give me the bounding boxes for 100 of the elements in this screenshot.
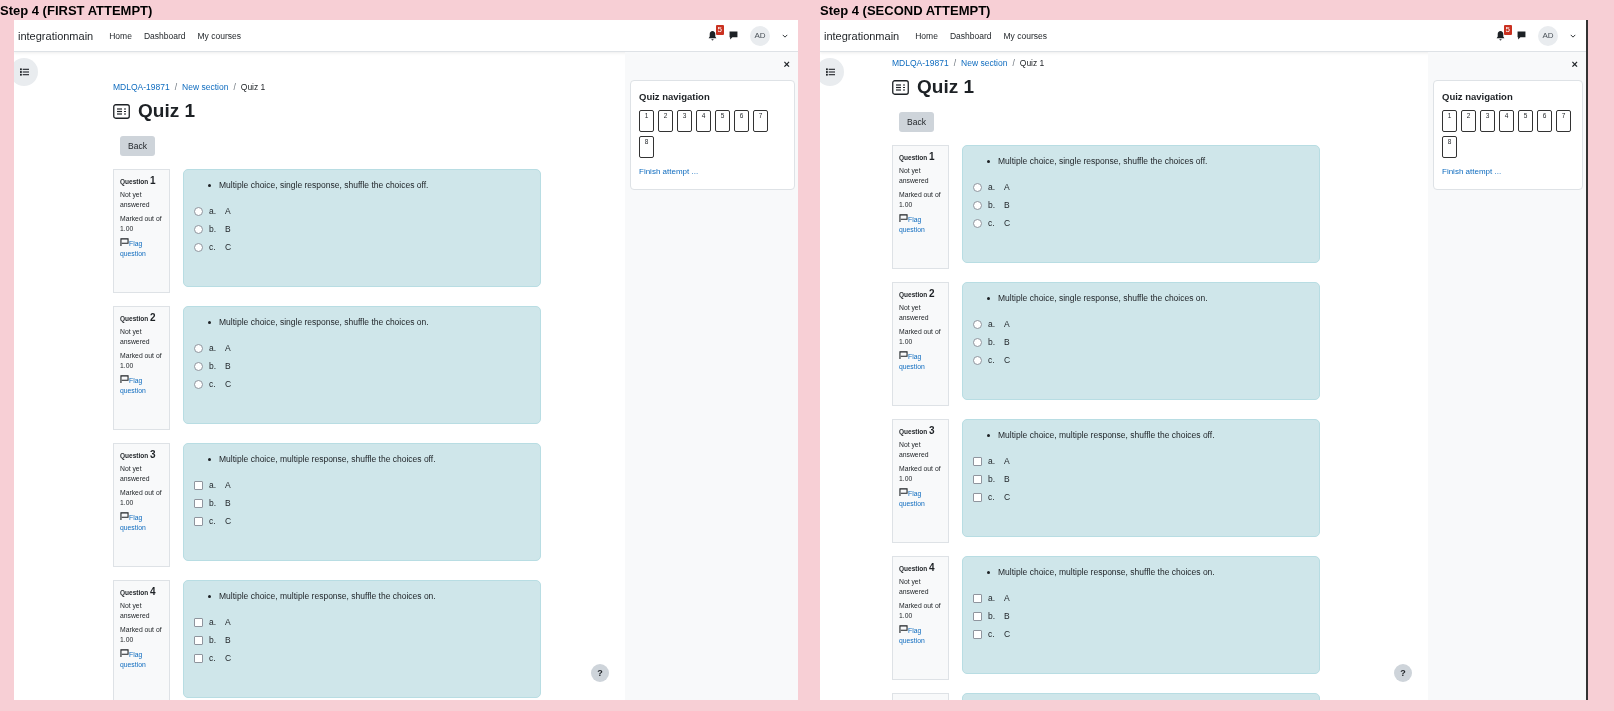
chat-icon[interactable]	[1517, 31, 1526, 40]
breadcrumb-separator: /	[174, 82, 178, 92]
breadcrumb-link[interactable]: New section	[182, 82, 229, 92]
answer-option[interactable]: a. A	[973, 319, 1309, 329]
checkbox[interactable]	[194, 635, 203, 645]
radio-button[interactable]	[973, 319, 982, 329]
checkbox[interactable]	[194, 480, 203, 490]
flag-icon	[899, 488, 908, 496]
answer-option[interactable]: a. A	[194, 480, 530, 490]
finish-attempt-link[interactable]: Finish attempt ...	[1442, 167, 1574, 176]
flag-icon	[120, 375, 129, 383]
checkbox[interactable]	[973, 629, 982, 639]
radio-button[interactable]	[194, 242, 203, 252]
nav-link[interactable]: My courses	[197, 30, 241, 41]
site-name[interactable]: integrationmain	[18, 29, 94, 42]
user-avatar[interactable]: AD	[750, 25, 770, 46]
answer-option[interactable]: a. A	[194, 343, 530, 353]
answer-option[interactable]: a. A	[194, 206, 530, 216]
breadcrumb-link[interactable]: MDLQA-19871	[113, 82, 170, 92]
checkbox[interactable]	[194, 516, 203, 526]
finish-attempt-link[interactable]: Finish attempt ...	[639, 167, 786, 176]
checkbox[interactable]	[194, 617, 203, 627]
answer-option[interactable]: c. C	[194, 379, 530, 389]
checkbox[interactable]	[194, 498, 203, 508]
checkbox[interactable]	[973, 456, 982, 466]
question-text: Multiple choice, multiple response, shuffle the choices off.	[973, 430, 1309, 440]
question-text: Multiple choice, single response, shuffle the choices on.	[973, 293, 1309, 303]
nav-link[interactable]: My courses	[1003, 30, 1047, 41]
checkbox[interactable]	[973, 474, 982, 484]
quiz-navigation-title: Quiz navigation	[1442, 91, 1514, 102]
answer-option[interactable]: a. A	[973, 456, 1309, 466]
nav-link[interactable]: Dashboard	[143, 30, 186, 41]
nav-link[interactable]: Dashboard	[949, 30, 992, 41]
nav-link[interactable]: Home	[109, 30, 132, 41]
answer-option[interactable]: c. C	[973, 218, 1309, 228]
help-button[interactable]: ?	[591, 664, 609, 682]
site-name[interactable]: integrationmain	[824, 29, 900, 42]
radio-button[interactable]	[194, 379, 203, 389]
breadcrumb-separator: /	[953, 58, 957, 68]
answer-option[interactable]: b. B	[973, 337, 1309, 347]
quiz-icon	[892, 79, 909, 95]
user-avatar[interactable]: AD	[1538, 25, 1558, 46]
radio-button[interactable]	[194, 343, 203, 353]
back-button[interactable]: Back	[120, 136, 155, 156]
answer-option[interactable]: b. B	[973, 474, 1309, 484]
answer-option[interactable]: a. A	[973, 593, 1309, 603]
bell-icon	[1496, 30, 1505, 41]
flag-icon	[899, 214, 908, 222]
answer-option[interactable]: b. B	[194, 361, 530, 371]
checkbox[interactable]	[194, 653, 203, 663]
chevron-down-icon[interactable]	[1570, 33, 1576, 38]
list-icon	[19, 68, 29, 76]
question-text: Multiple choice, multiple response, shuffle the choices on.	[194, 591, 530, 601]
radio-button[interactable]	[194, 224, 203, 234]
answer-option[interactable]: c. C	[194, 516, 530, 526]
close-button[interactable]: ×	[1566, 58, 1583, 70]
help-button[interactable]: ?	[1394, 664, 1412, 682]
checkbox[interactable]	[973, 593, 982, 603]
flag-icon	[120, 238, 129, 246]
back-button[interactable]: Back	[899, 112, 934, 132]
step-caption: Step 4 (FIRST ATTEMPT)	[0, 2, 154, 20]
breadcrumb-link[interactable]: MDLQA-19871	[892, 58, 949, 68]
list-icon	[825, 68, 835, 76]
question-text: Multiple choice, single response, shuffle the choices on.	[194, 317, 530, 327]
checkbox[interactable]	[973, 611, 982, 621]
checkbox[interactable]	[973, 492, 982, 502]
breadcrumb-link[interactable]: New section	[961, 58, 1008, 68]
radio-button[interactable]	[973, 355, 982, 365]
answer-option[interactable]: c. C	[973, 355, 1309, 365]
notification-badge: 5	[715, 24, 724, 35]
answer-option[interactable]: b. B	[973, 200, 1309, 210]
breadcrumb-separator: /	[1012, 58, 1015, 68]
answer-option[interactable]: b. B	[194, 498, 530, 508]
quiz-navigation-title: Quiz navigation	[639, 91, 711, 102]
answer-option[interactable]: b. B	[194, 224, 530, 234]
chat-icon[interactable]	[729, 31, 738, 40]
step-caption: Step 4 (SECOND ATTEMPT)	[820, 2, 992, 20]
radio-button[interactable]	[973, 337, 982, 347]
question-text: Multiple choice, multiple response, shuffle the choices on.	[973, 567, 1309, 577]
question-text: Multiple choice, single response, shuffle the choices off.	[194, 180, 530, 190]
answer-option[interactable]: c. C	[973, 492, 1309, 502]
answer-option[interactable]: a. A	[194, 617, 530, 627]
answer-option[interactable]: b. B	[973, 611, 1309, 621]
radio-button[interactable]	[194, 361, 203, 371]
answer-option[interactable]: c. C	[194, 242, 530, 252]
course-index-toggle[interactable]	[14, 58, 38, 86]
close-button[interactable]: ×	[778, 58, 795, 70]
answer-option[interactable]: b. B	[194, 635, 530, 645]
page-title: Quiz 1	[138, 100, 195, 122]
course-index-toggle[interactable]	[820, 58, 844, 86]
answer-option[interactable]: c. C	[973, 629, 1309, 639]
answer-option[interactable]: c. C	[194, 653, 530, 663]
radio-button[interactable]	[194, 206, 203, 216]
nav-link[interactable]: Home	[915, 30, 938, 41]
radio-button[interactable]	[973, 200, 982, 210]
radio-button[interactable]	[973, 182, 982, 192]
chevron-down-icon[interactable]	[782, 33, 788, 38]
answer-option[interactable]: a. A	[973, 182, 1309, 192]
radio-button[interactable]	[973, 218, 982, 228]
bell-icon	[708, 30, 717, 41]
